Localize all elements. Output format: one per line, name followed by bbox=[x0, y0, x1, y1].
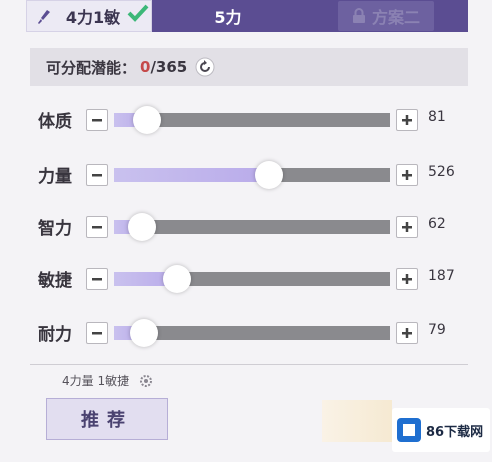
watermark-text: 86下载网 bbox=[426, 424, 484, 440]
plus-icon bbox=[402, 222, 412, 232]
decrease-button[interactable] bbox=[86, 322, 108, 344]
tab-plan-2-label: 5力 bbox=[214, 8, 242, 27]
stat-slider-track[interactable] bbox=[114, 265, 390, 293]
available-points-label: 可分配潜能： bbox=[46, 58, 137, 77]
decrease-button[interactable] bbox=[86, 109, 108, 131]
stat-name: 耐力 bbox=[38, 325, 72, 345]
tab-plan-2[interactable]: 5力 bbox=[152, 0, 304, 32]
plan-tabs: 4力1敏 5力 方案二 bbox=[26, 0, 468, 32]
available-points-total: /365 bbox=[150, 58, 188, 76]
tab-plan-1[interactable]: 4力1敏 bbox=[26, 0, 152, 32]
stat-name: 敏捷 bbox=[38, 271, 72, 291]
stat-row: 耐力 79 bbox=[0, 312, 492, 352]
stat-row: 体质 81 bbox=[0, 99, 492, 139]
stat-row: 力量 526 bbox=[0, 154, 492, 194]
checkmark-icon bbox=[127, 4, 149, 22]
watermark-logo-icon bbox=[397, 418, 421, 442]
gear-icon[interactable] bbox=[139, 374, 153, 388]
stat-value: 81 bbox=[428, 109, 446, 125]
tab-plan-3-label: 方案二 bbox=[371, 8, 420, 27]
brush-icon bbox=[38, 10, 50, 24]
plus-icon bbox=[402, 274, 412, 284]
stat-slider-handle[interactable] bbox=[133, 106, 162, 134]
divider bbox=[30, 364, 468, 365]
lock-icon bbox=[352, 8, 365, 23]
tab-plan-3[interactable]: 方案二 bbox=[304, 0, 468, 32]
stat-row: 智力 62 bbox=[0, 206, 492, 246]
increase-button[interactable] bbox=[396, 164, 418, 186]
stat-value: 526 bbox=[428, 164, 455, 180]
stat-row: 敏捷 187 bbox=[0, 258, 492, 298]
watermark: 86下载网 bbox=[392, 408, 490, 452]
stat-name: 智力 bbox=[38, 219, 72, 239]
plus-icon bbox=[402, 115, 412, 125]
stat-slider-track[interactable] bbox=[114, 213, 390, 241]
stat-slider-track[interactable] bbox=[114, 106, 390, 134]
decrease-button[interactable] bbox=[86, 164, 108, 186]
preset-hint: 4力量 1敏捷 bbox=[62, 372, 153, 389]
stat-value: 62 bbox=[428, 216, 446, 232]
reset-icon[interactable] bbox=[195, 57, 215, 77]
stat-slider-track[interactable] bbox=[114, 161, 390, 189]
increase-button[interactable] bbox=[396, 109, 418, 131]
recommend-label: 推荐 bbox=[81, 410, 133, 431]
stat-slider-handle[interactable] bbox=[254, 161, 283, 189]
recommend-button[interactable]: 推荐 bbox=[46, 398, 168, 440]
increase-button[interactable] bbox=[396, 268, 418, 290]
minus-icon bbox=[92, 278, 102, 281]
stat-slider-handle[interactable] bbox=[127, 213, 156, 241]
stat-value: 79 bbox=[428, 322, 446, 338]
stat-slider-handle[interactable] bbox=[163, 265, 192, 293]
increase-button[interactable] bbox=[396, 322, 418, 344]
stat-slider-track[interactable] bbox=[114, 319, 390, 347]
stat-name: 力量 bbox=[38, 167, 72, 187]
available-points-current: 0 bbox=[140, 58, 151, 76]
plus-icon bbox=[402, 328, 412, 338]
available-points-bar: 可分配潜能： 0 /365 bbox=[30, 48, 468, 86]
confirm-button[interactable] bbox=[322, 400, 392, 442]
stat-name: 体质 bbox=[38, 112, 72, 132]
decrease-button[interactable] bbox=[86, 216, 108, 238]
decrease-button[interactable] bbox=[86, 268, 108, 290]
minus-icon bbox=[92, 332, 102, 335]
minus-icon bbox=[92, 119, 102, 122]
plus-icon bbox=[402, 170, 412, 180]
stat-slider-handle[interactable] bbox=[130, 319, 159, 347]
minus-icon bbox=[92, 226, 102, 229]
stat-value: 187 bbox=[428, 268, 455, 284]
minus-icon bbox=[92, 174, 102, 177]
tab-plan-1-label: 4力1敏 bbox=[65, 8, 121, 27]
preset-label: 4力量 1敏捷 bbox=[62, 374, 130, 388]
stat-slider-fill bbox=[114, 168, 269, 182]
increase-button[interactable] bbox=[396, 216, 418, 238]
